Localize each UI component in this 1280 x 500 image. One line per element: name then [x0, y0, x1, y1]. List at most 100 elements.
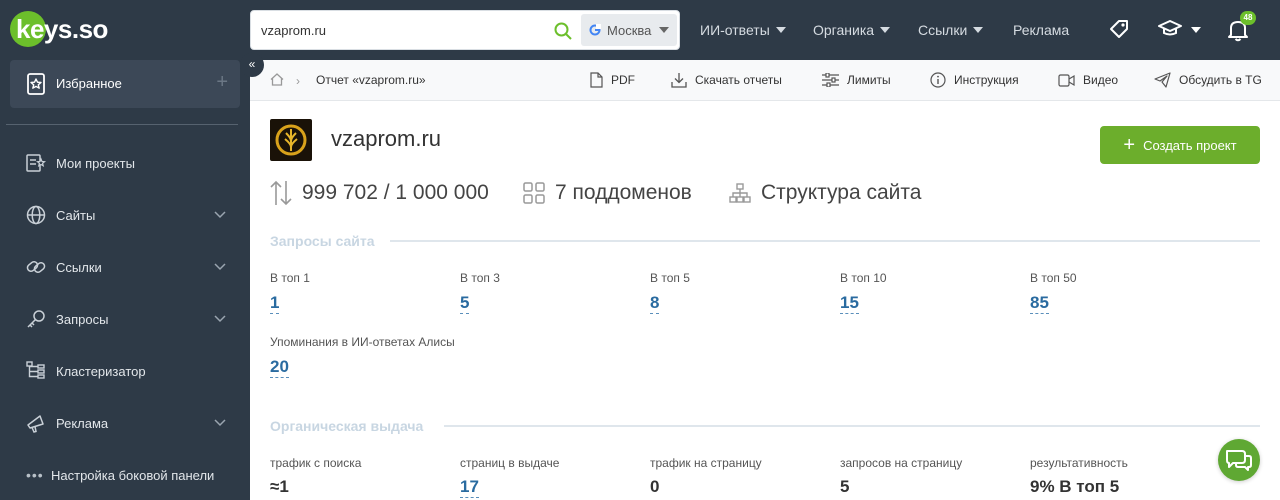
- create-project-button[interactable]: + Создать проект: [1100, 126, 1260, 164]
- metric-label: В топ 50: [1030, 271, 1077, 285]
- search-icon[interactable]: [553, 21, 573, 41]
- metric-label: Упоминания в ИИ-ответах Алисы: [270, 335, 455, 349]
- google-icon: [589, 24, 601, 36]
- info-icon: [930, 72, 946, 88]
- site-structure-label: Структура сайта: [761, 181, 922, 204]
- logo[interactable]: keys.so: [10, 10, 108, 48]
- chevron-down-icon: [973, 27, 984, 33]
- top-header: keys.so Москва ИИ-ответы Органика Ссылки…: [0, 0, 1280, 60]
- chevron-down-icon: [214, 211, 226, 219]
- chevron-down-icon: [659, 27, 669, 33]
- breadcrumb: › Отчет «vzaprom.ru» PDF Скачать отчеты …: [250, 60, 1280, 101]
- sidebar-item-queries[interactable]: Запросы: [0, 299, 250, 339]
- search-input[interactable]: [261, 11, 541, 49]
- notifications-badge: 48: [1240, 11, 1256, 25]
- sidebar-item-sites[interactable]: Сайты: [0, 195, 250, 235]
- section-divider: [444, 425, 1260, 427]
- metric-label: страниц в выдаче: [460, 456, 560, 470]
- nav-ads-label: Реклама: [1013, 22, 1070, 38]
- breadcrumb-current: Отчет «vzaprom.ru»: [316, 73, 426, 87]
- queries-section-title: Запросы сайта: [270, 233, 375, 249]
- chevron-down-icon: [214, 419, 226, 427]
- discuss-tg-label: Обсудить в TG: [1179, 73, 1262, 87]
- video-button[interactable]: Видео: [1058, 60, 1118, 100]
- chat-button[interactable]: [1218, 439, 1260, 481]
- tag-icon[interactable]: [1108, 18, 1130, 40]
- megaphone-icon: [27, 415, 44, 433]
- grid-icon: [523, 182, 545, 204]
- site-favicon: [270, 119, 312, 161]
- sidebar-item-label: Сайты: [56, 207, 96, 223]
- logo-text: keys.so: [16, 13, 108, 44]
- metric-value-link[interactable]: 85: [1030, 293, 1049, 314]
- nav-organic-label: Органика: [813, 22, 875, 38]
- search-box: Москва: [250, 10, 680, 50]
- add-favorite-icon[interactable]: +: [216, 72, 228, 92]
- pdf-file-icon: [590, 72, 603, 88]
- organic-section-title: Органическая выдача: [270, 418, 424, 434]
- metric-value-link[interactable]: 1: [270, 293, 280, 314]
- chat-bubbles-icon: [1226, 450, 1252, 471]
- download-reports-button[interactable]: Скачать отчеты: [671, 60, 782, 100]
- region-select[interactable]: Москва: [581, 14, 677, 46]
- collapse-sidebar-button[interactable]: «: [240, 53, 264, 77]
- limits-button[interactable]: Лимиты: [822, 60, 891, 100]
- star-bookmark-icon: [27, 73, 45, 95]
- video-label: Видео: [1083, 73, 1119, 87]
- subdomains-link[interactable]: 7 поддоменов: [523, 178, 692, 208]
- plus-icon: +: [1123, 134, 1136, 156]
- metric-label: В топ 1: [270, 271, 310, 285]
- nav-links[interactable]: Ссылки: [918, 0, 984, 60]
- sidebar-item-projects[interactable]: Мои проекты: [0, 143, 250, 183]
- sitemap-icon: [729, 183, 751, 203]
- sidebar-item-label: Реклама: [56, 415, 109, 431]
- metric-label: В топ 3: [460, 271, 500, 285]
- metric-value-link[interactable]: 5: [460, 293, 470, 314]
- metric-value: ≈1: [270, 477, 289, 496]
- nav-links-label: Ссылки: [918, 22, 968, 38]
- metric-label: трафик на страницу: [650, 456, 762, 470]
- sidebar-item-clusterizer[interactable]: Кластеризатор: [0, 351, 250, 391]
- cluster-icon: [26, 361, 45, 379]
- discuss-tg-button[interactable]: Обсудить в TG: [1154, 60, 1262, 100]
- sidebar-settings-label: Настройка боковой панели: [51, 467, 215, 483]
- home-icon[interactable]: [270, 73, 284, 86]
- sidebar-item-label: Мои проекты: [56, 155, 135, 171]
- pdf-label: PDF: [611, 73, 635, 87]
- projects-icon: [26, 154, 46, 172]
- metric-value-link[interactable]: 15: [840, 293, 859, 314]
- metric-value-link[interactable]: 20: [270, 357, 289, 378]
- section-divider: [390, 240, 1260, 242]
- chevron-down-icon[interactable]: [1191, 27, 1201, 33]
- chevron-down-icon: [880, 27, 891, 33]
- metric-value-link[interactable]: 8: [650, 293, 660, 314]
- video-camera-icon: [1058, 73, 1075, 87]
- nav-ads[interactable]: Реклама: [1013, 0, 1069, 60]
- nav-ai-answers[interactable]: ИИ-ответы: [700, 0, 786, 60]
- limits-label: Лимиты: [847, 73, 891, 87]
- graduation-cap-icon[interactable]: [1158, 18, 1182, 40]
- instruction-button[interactable]: Инструкция: [930, 60, 1019, 100]
- chevron-down-icon: [214, 263, 226, 271]
- metric-label: В топ 10: [840, 271, 887, 285]
- download-icon: [671, 73, 687, 88]
- sidebar-item-links[interactable]: Ссылки: [0, 247, 250, 287]
- chevron-down-icon: [775, 27, 786, 33]
- metric-value-link[interactable]: 17: [460, 477, 479, 498]
- metric-label: результативность: [1030, 456, 1128, 470]
- sidebar-item-label: Кластеризатор: [56, 363, 146, 379]
- create-project-label: Создать проект: [1143, 137, 1237, 153]
- region-label: Москва: [607, 22, 652, 38]
- download-reports-label: Скачать отчеты: [695, 73, 782, 87]
- key-icon: [27, 310, 45, 328]
- favorites-button[interactable]: Избранное +: [10, 60, 240, 108]
- sidebar-divider: [6, 124, 238, 125]
- sidebar-settings[interactable]: ••• Настройка боковой панели: [0, 460, 250, 490]
- sidebar-item-ads[interactable]: Реклама: [0, 403, 250, 443]
- nav-organic[interactable]: Органика: [813, 0, 891, 60]
- site-structure-link[interactable]: Структура сайта: [729, 178, 921, 208]
- limits-stat: 999 702 / 1 000 000: [270, 178, 489, 208]
- pdf-button[interactable]: PDF: [590, 60, 635, 100]
- metric-label: трафик с поиска: [270, 456, 362, 470]
- link-icon: [26, 260, 46, 274]
